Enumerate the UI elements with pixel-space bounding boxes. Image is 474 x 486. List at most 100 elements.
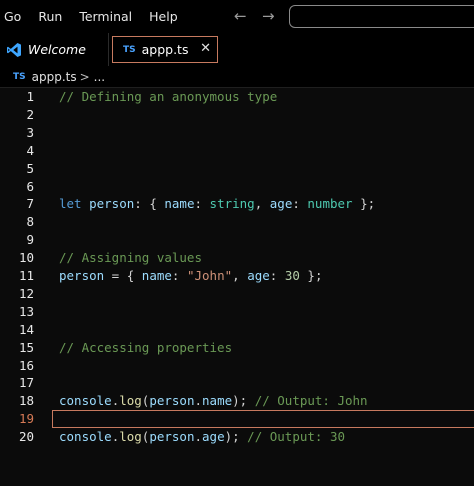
code-text: // Defining an anonymous type	[59, 88, 277, 106]
code-token: 30	[284, 268, 300, 283]
menu-run[interactable]: Run	[38, 9, 62, 24]
code-line[interactable]: 6	[0, 178, 474, 196]
code-text: let person: { name: string, age: number …	[59, 195, 375, 213]
code-token: // Assigning values	[59, 250, 202, 266]
menu-go[interactable]: Go	[4, 9, 21, 24]
code-token: console	[59, 393, 112, 409]
code-line[interactable]: 9	[0, 231, 474, 249]
menu-terminal[interactable]: Terminal	[79, 9, 132, 24]
line-number: 15	[18, 339, 34, 355]
code-token: : {	[134, 196, 165, 212]
tab-appp-ts[interactable]: TS appp.ts ✕	[112, 36, 218, 63]
code-text: // Assigning values	[59, 249, 202, 267]
code-line[interactable]: 7 let person: { name: string, age: number…	[0, 195, 474, 213]
code-line[interactable]: 2	[0, 106, 474, 124]
code-line[interactable]: 15 // Accessing properties	[0, 339, 474, 357]
code-line[interactable]: 19	[0, 410, 474, 429]
code-token: age	[202, 429, 225, 445]
code-token: person	[59, 268, 105, 283]
code-line[interactable]: 4	[0, 142, 474, 160]
code-token: string	[209, 196, 255, 212]
code-token: person	[89, 196, 135, 212]
line-number: 14	[18, 321, 34, 337]
breadcrumb-more[interactable]: ...	[94, 70, 105, 84]
code-text: person = { name: "John", age: 30 };	[59, 267, 322, 285]
close-icon[interactable]: ✕	[200, 41, 211, 56]
line-number: 20	[18, 429, 34, 445]
line-number: 4	[26, 142, 34, 158]
code-token: :	[292, 196, 308, 212]
code-text: // Accessing properties	[59, 339, 232, 357]
tab-bar: Welcome TS appp.ts ✕	[0, 33, 474, 66]
code-token: = {	[104, 268, 142, 283]
typescript-icon: TS	[123, 44, 136, 55]
code-line[interactable]: 16	[0, 357, 474, 375]
code-token: name	[164, 196, 195, 212]
line-number: 7	[26, 196, 34, 212]
typescript-icon: TS	[13, 71, 26, 82]
code-line[interactable]: 10 // Assigning values	[0, 249, 474, 267]
code-token: :	[171, 268, 187, 283]
code-token: );	[224, 429, 248, 445]
line-number: 17	[18, 375, 34, 391]
code-token: name	[202, 393, 233, 409]
back-arrow-icon[interactable]: ←	[234, 7, 247, 25]
code-token: .	[194, 429, 203, 445]
breadcrumb: TS appp.ts > ...	[0, 66, 474, 87]
code-token: // Output: 30	[247, 429, 346, 445]
code-token: "John"	[186, 268, 233, 283]
code-line[interactable]: 3	[0, 124, 474, 142]
code-line[interactable]: 17	[0, 374, 474, 392]
breadcrumb-file[interactable]: appp.ts	[32, 70, 77, 84]
tab-welcome-label: Welcome	[28, 42, 86, 57]
code-token: number	[307, 196, 353, 212]
code-token: // Output: John	[254, 393, 368, 409]
line-number: 13	[18, 303, 34, 319]
code-line[interactable]: 1 // Defining an anonymous type	[0, 88, 474, 106]
code-line[interactable]: 5	[0, 160, 474, 178]
line-number: 9	[26, 232, 34, 248]
tab-divider	[108, 33, 109, 66]
line-number: 11	[18, 268, 34, 283]
current-line-highlight	[52, 410, 474, 429]
code-token: age	[269, 196, 293, 212]
line-number: 2	[26, 106, 34, 122]
menu-bar: Go Run Terminal Help ← →	[0, 0, 474, 33]
code-token: ,	[254, 196, 270, 212]
code-line[interactable]: 11 person = { name: "John", age: 30 };	[0, 267, 474, 285]
line-number: 6	[26, 178, 34, 194]
code-token: :	[269, 268, 285, 283]
line-number: 19	[18, 411, 34, 427]
code-token: log	[119, 429, 142, 445]
code-line[interactable]: 20 console.log(person.age); // Output: 30	[0, 428, 474, 446]
code-text: console.log(person.name); // Output: Joh…	[59, 392, 368, 410]
forward-arrow-icon[interactable]: →	[262, 7, 275, 25]
menu-help[interactable]: Help	[149, 9, 178, 24]
line-number: 10	[18, 250, 34, 266]
code-editor[interactable]: 1 // Defining an anonymous type 2 3 4 5 6 7 let …	[0, 88, 474, 486]
code-token: };	[299, 268, 323, 283]
line-number: 18	[18, 393, 34, 409]
code-token: console	[59, 429, 112, 445]
tab-appp-ts-label: appp.ts	[141, 42, 189, 57]
code-token: log	[119, 393, 142, 409]
code-line[interactable]: 13	[0, 303, 474, 321]
line-number: 16	[18, 357, 34, 373]
code-line[interactable]: 12	[0, 285, 474, 303]
code-token: let	[59, 196, 82, 212]
line-number: 1	[26, 89, 34, 104]
code-token: person	[149, 429, 195, 445]
code-token: // Accessing properties	[59, 339, 233, 355]
vscode-logo-icon	[7, 42, 21, 57]
code-token: // Defining an anonymous type	[59, 89, 278, 104]
code-line[interactable]: 14	[0, 321, 474, 339]
code-token: ,	[232, 268, 248, 283]
code-token: .	[194, 393, 203, 409]
command-center-search[interactable]	[289, 5, 474, 28]
line-number: 8	[26, 214, 34, 230]
code-line[interactable]: 18 console.log(person.name); // Output: J…	[0, 392, 474, 410]
code-line[interactable]: 8	[0, 213, 474, 231]
tab-welcome[interactable]: Welcome	[0, 33, 108, 66]
line-number: 5	[26, 160, 34, 176]
